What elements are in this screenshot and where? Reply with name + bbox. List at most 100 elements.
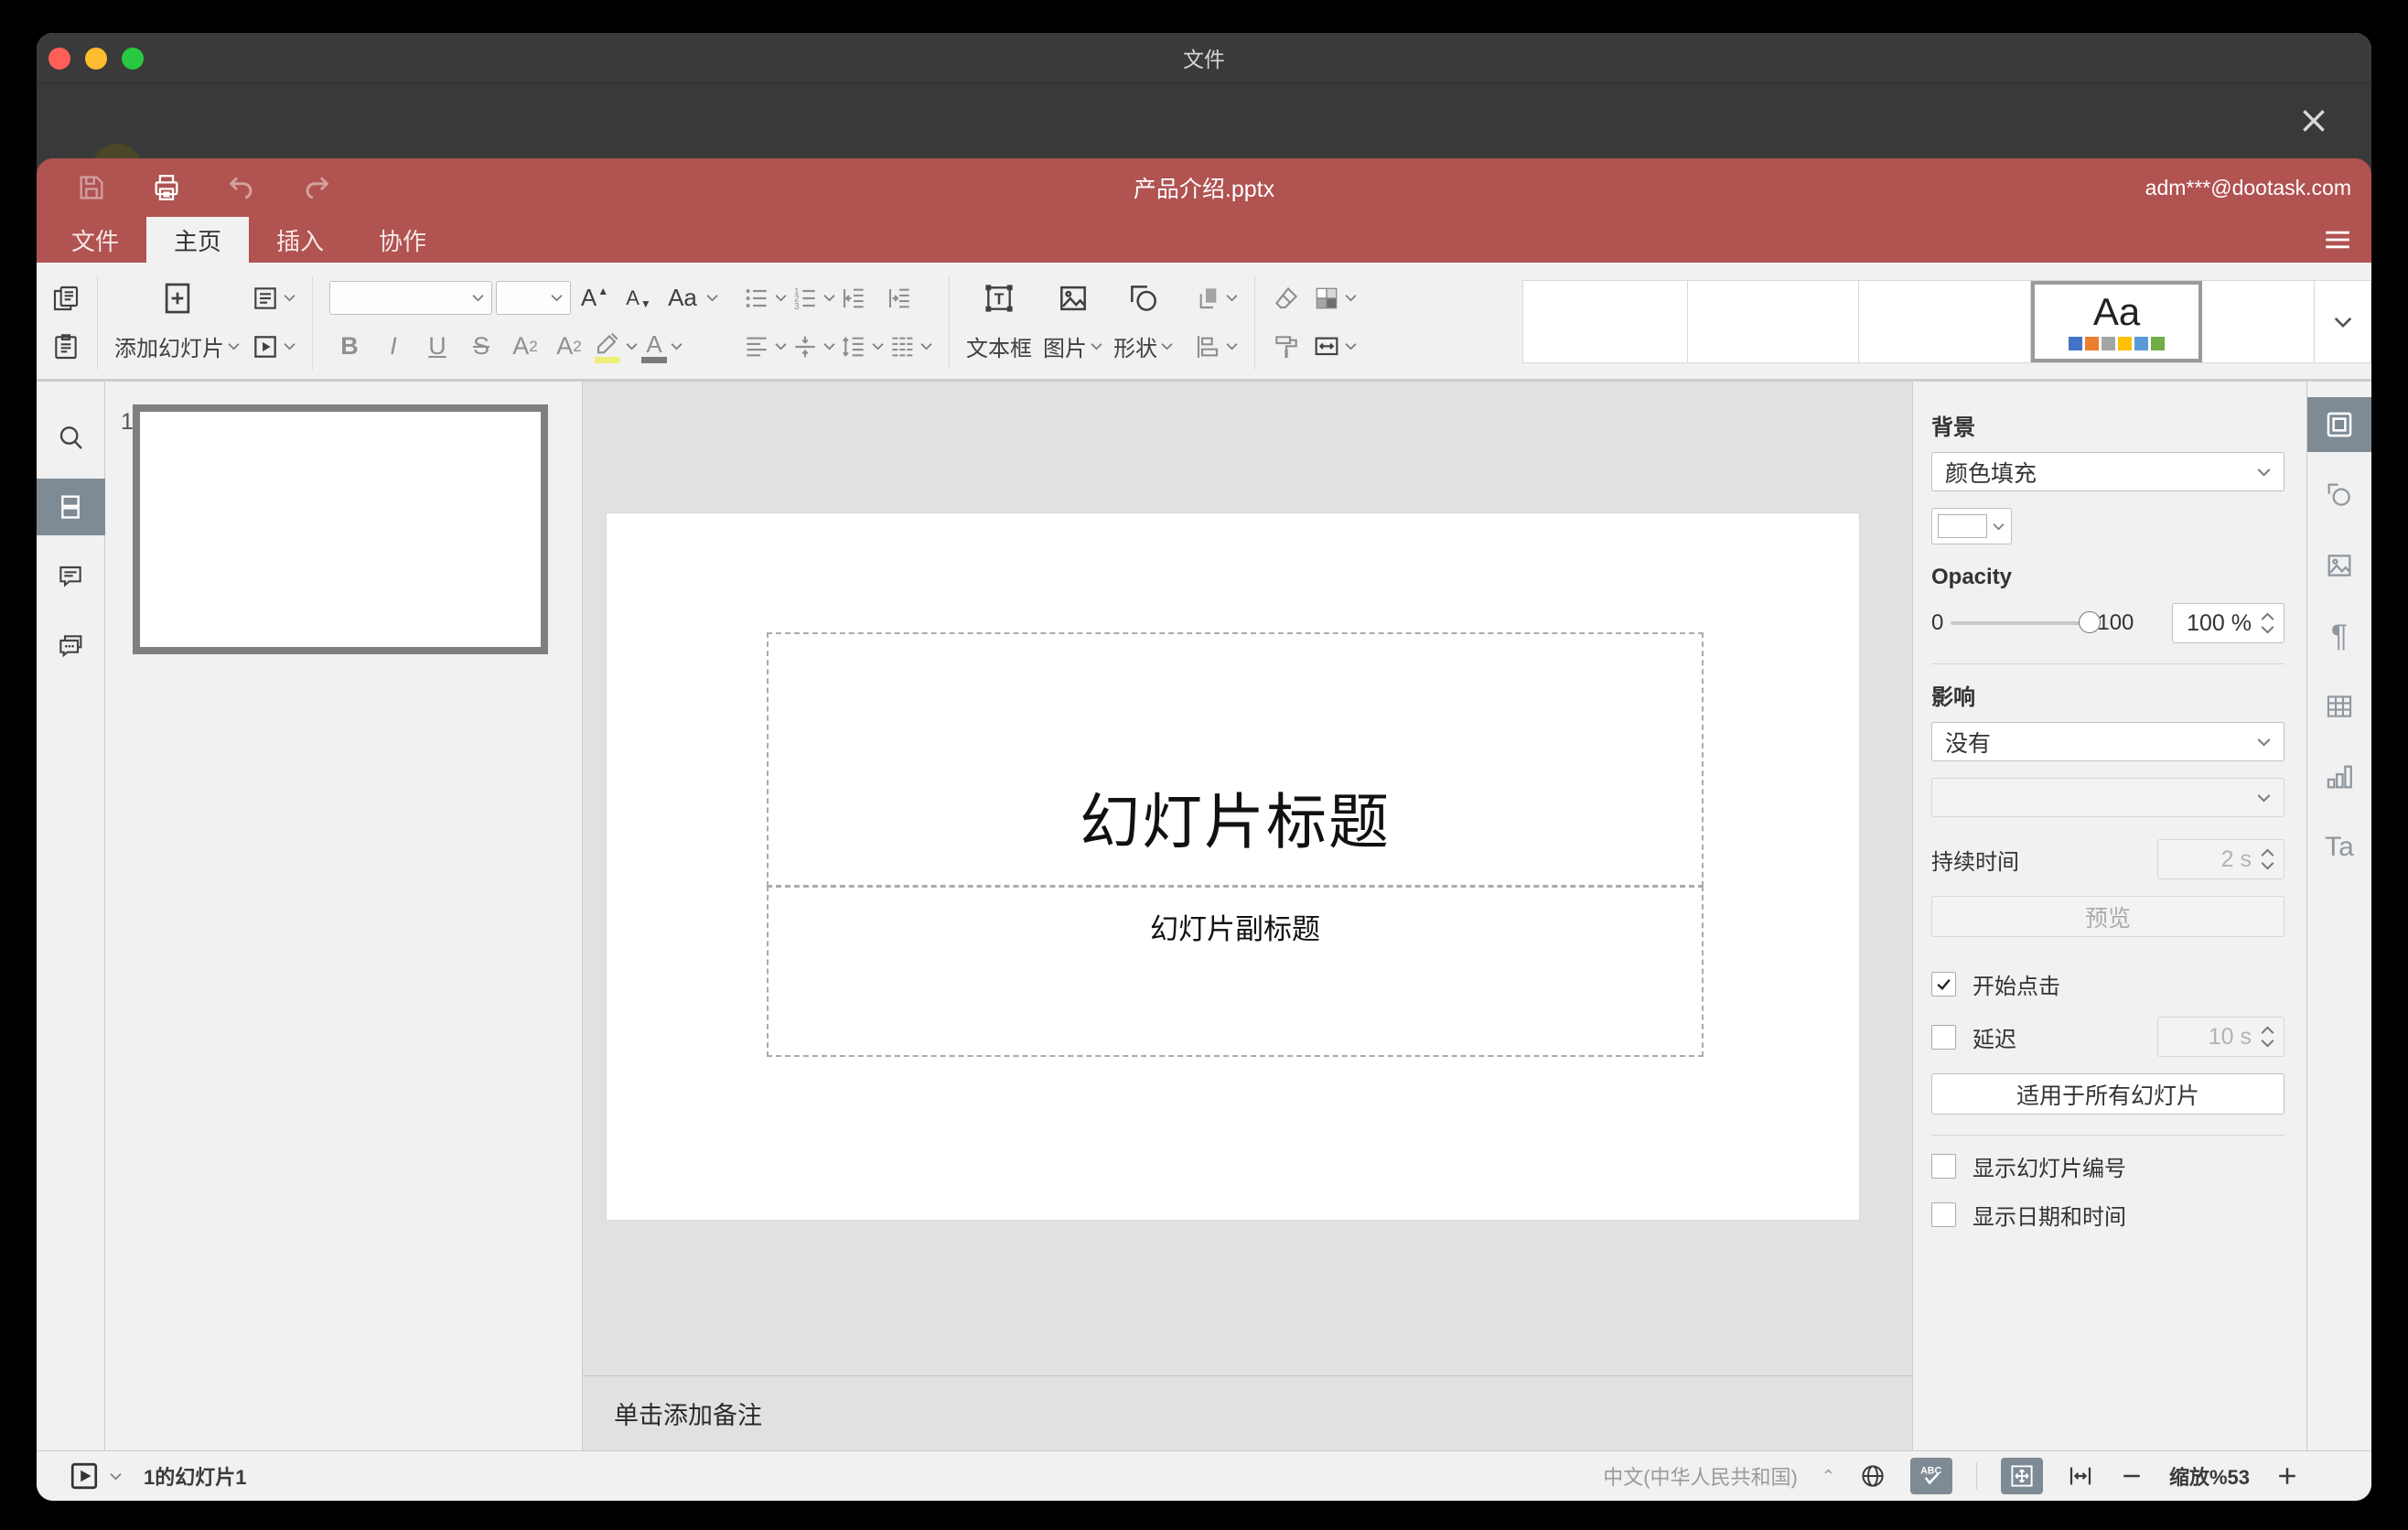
increase-font-button[interactable]: A ▲ bbox=[575, 284, 615, 312]
tab-table-settings[interactable] bbox=[2307, 679, 2372, 734]
zoom-in-icon[interactable] bbox=[2274, 1462, 2301, 1490]
sidebar-item-chat[interactable] bbox=[37, 618, 105, 674]
slide[interactable]: 幻灯片标题 幻灯片副标题 bbox=[606, 512, 1860, 1221]
align-icon[interactable] bbox=[742, 332, 771, 361]
bold-button[interactable]: B bbox=[329, 332, 370, 361]
preview-button[interactable]: 预览 bbox=[1931, 896, 2284, 937]
highlight-color-button[interactable] bbox=[593, 329, 622, 363]
background-color-picker[interactable] bbox=[1931, 508, 2012, 544]
font-color-button[interactable]: A bbox=[641, 330, 667, 363]
tab-textart-settings[interactable]: Ta bbox=[2307, 820, 2372, 875]
effect-type-select[interactable] bbox=[1931, 778, 2284, 817]
decrease-font-button[interactable]: A ▼ bbox=[618, 286, 659, 310]
arrange-button[interactable] bbox=[1188, 274, 1243, 322]
copy-style-icon[interactable] bbox=[1272, 332, 1301, 361]
chevron-down-icon[interactable] bbox=[671, 342, 683, 350]
start-slideshow-button[interactable] bbox=[245, 322, 301, 371]
clear-style-icon[interactable] bbox=[1272, 284, 1301, 313]
color-scheme-button[interactable] bbox=[1306, 274, 1362, 322]
minimize-window-button[interactable] bbox=[85, 48, 107, 70]
start-on-click-checkbox[interactable] bbox=[1931, 972, 1956, 997]
zoom-level: 缩放%53 bbox=[2168, 1466, 2250, 1489]
insert-image-button[interactable]: 图片 bbox=[1037, 274, 1108, 371]
theme-option[interactable] bbox=[2202, 281, 2315, 362]
user-email: adm***@dootask.com bbox=[2145, 175, 2351, 199]
numbered-list-icon[interactable]: 123 bbox=[790, 284, 820, 313]
close-icon[interactable] bbox=[2298, 105, 2329, 136]
slide-subtitle-placeholder[interactable]: 幻灯片副标题 bbox=[767, 886, 1704, 1057]
bullet-list-icon[interactable] bbox=[742, 284, 771, 313]
subscript-button[interactable]: A2 bbox=[549, 332, 589, 361]
paste-icon[interactable] bbox=[51, 332, 81, 361]
tab-chart-settings[interactable] bbox=[2307, 749, 2372, 804]
zoom-out-icon[interactable] bbox=[2118, 1462, 2145, 1490]
chevron-down-icon[interactable] bbox=[706, 294, 718, 302]
delay-spinner[interactable]: 10 s bbox=[2157, 1017, 2284, 1057]
theme-option[interactable] bbox=[1688, 281, 1859, 362]
close-window-button[interactable] bbox=[48, 48, 70, 70]
theme-gallery-expand-button[interactable] bbox=[2315, 281, 2370, 362]
chevron-down-icon[interactable] bbox=[110, 1472, 122, 1481]
tab-insert[interactable]: 插入 bbox=[249, 217, 351, 263]
slide-title-placeholder[interactable]: 幻灯片标题 bbox=[767, 632, 1704, 887]
tab-shape-settings[interactable] bbox=[2307, 468, 2372, 523]
increase-indent-icon[interactable] bbox=[885, 284, 914, 313]
slide-thumbnail[interactable] bbox=[133, 404, 548, 654]
change-case-button[interactable]: Aa bbox=[662, 284, 703, 312]
duration-spinner[interactable]: 2 s bbox=[2157, 839, 2284, 879]
superscript-button[interactable]: A2 bbox=[505, 332, 545, 361]
effect-select[interactable]: 没有 bbox=[1931, 722, 2284, 761]
show-slide-number-checkbox[interactable] bbox=[1931, 1154, 1956, 1179]
fit-width-icon[interactable] bbox=[2067, 1462, 2094, 1490]
play-icon bbox=[68, 1460, 101, 1492]
tab-file[interactable]: 文件 bbox=[44, 217, 146, 263]
status-bar: 1的幻灯片1 中文(中华人民共和国) ⌃ ABC 缩放%53 bbox=[37, 1450, 2371, 1501]
chevron-up-icon[interactable] bbox=[2261, 612, 2274, 621]
add-slide-button[interactable]: 添加幻灯片 bbox=[109, 322, 245, 371]
opacity-slider[interactable] bbox=[1951, 611, 2102, 633]
apply-to-all-slides-button[interactable]: 适用于所有幻灯片 bbox=[1931, 1073, 2284, 1115]
sidebar-item-slides[interactable] bbox=[37, 479, 105, 535]
insert-textbox-button[interactable]: T 文本框 bbox=[961, 274, 1037, 371]
theme-option[interactable] bbox=[1523, 281, 1688, 362]
fit-slide-toggle[interactable] bbox=[2000, 1458, 2043, 1494]
opacity-spinner[interactable]: 100 % bbox=[2172, 603, 2284, 643]
background-fill-select[interactable]: 颜色填充 bbox=[1931, 452, 2284, 491]
underline-button[interactable]: U bbox=[417, 332, 457, 361]
italic-button[interactable]: I bbox=[373, 332, 414, 361]
slide-size-button[interactable] bbox=[1306, 322, 1362, 371]
tab-image-settings[interactable] bbox=[2307, 538, 2372, 593]
delay-checkbox[interactable] bbox=[1931, 1024, 1956, 1050]
columns-icon[interactable] bbox=[887, 332, 917, 361]
chevron-down-icon[interactable] bbox=[2261, 625, 2274, 634]
insert-shape-button[interactable]: 形状 bbox=[1108, 274, 1178, 371]
start-slideshow-status-button[interactable] bbox=[68, 1460, 101, 1492]
slide-layout-button[interactable] bbox=[245, 274, 301, 322]
sidebar-item-search[interactable] bbox=[37, 409, 105, 466]
left-sidebar bbox=[37, 382, 105, 1450]
font-size-combo[interactable] bbox=[496, 281, 571, 315]
theme-option-selected[interactable]: Aa bbox=[2031, 281, 2202, 362]
theme-option[interactable] bbox=[1859, 281, 2031, 362]
decrease-indent-icon[interactable] bbox=[839, 284, 868, 313]
copy-icon[interactable] bbox=[51, 284, 81, 313]
maximize-window-button[interactable] bbox=[122, 48, 144, 70]
tab-paragraph-settings[interactable]: ¶ bbox=[2307, 609, 2372, 663]
add-slide-icon[interactable] bbox=[160, 281, 195, 316]
tab-slide-settings[interactable] bbox=[2306, 397, 2371, 452]
globe-icon[interactable] bbox=[1859, 1462, 1887, 1490]
tab-home[interactable]: 主页 bbox=[146, 217, 250, 263]
notes-area[interactable]: 单击添加备注 bbox=[583, 1375, 1912, 1450]
sidebar-item-comments[interactable] bbox=[37, 548, 105, 605]
strikethrough-button[interactable]: S bbox=[461, 332, 501, 361]
font-name-combo[interactable] bbox=[329, 281, 492, 315]
tab-collaboration[interactable]: 协作 bbox=[351, 217, 454, 263]
spellcheck-toggle[interactable]: ABC bbox=[1909, 1458, 1952, 1494]
language-selector[interactable]: 中文(中华人民共和国) bbox=[1603, 1461, 1798, 1491]
vertical-align-icon[interactable] bbox=[790, 332, 820, 361]
align-shape-button[interactable] bbox=[1188, 322, 1243, 371]
line-spacing-icon[interactable] bbox=[839, 332, 868, 361]
hamburger-icon[interactable] bbox=[2322, 224, 2353, 255]
chevron-down-icon[interactable] bbox=[626, 342, 638, 350]
show-date-time-checkbox[interactable] bbox=[1931, 1202, 1956, 1227]
